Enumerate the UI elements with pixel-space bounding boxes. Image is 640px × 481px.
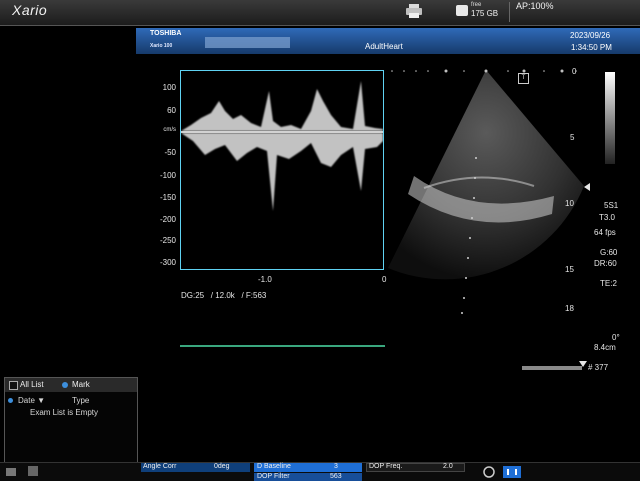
bottom-left-icons[interactable] [4, 465, 54, 477]
disk-free-value: 175 GB [471, 9, 499, 18]
disk-free-label: free [471, 2, 482, 8]
bottom-right-icons[interactable] [479, 465, 539, 478]
bmode-sector[interactable] [384, 68, 588, 318]
all-list-checkbox[interactable] [9, 381, 18, 390]
doppler-params: DG:25 / 12.0k / F:563 [181, 291, 267, 300]
v-tick: -300 [159, 258, 176, 267]
dop-freq-value: 2.0 [443, 463, 453, 470]
print-icon [28, 466, 38, 476]
angle-corr-label: Angle Corr [143, 463, 177, 470]
depth-label: 8.4cm [594, 343, 616, 352]
dop-filter-label: DOP Filter [257, 473, 290, 480]
sort-indicator-icon [8, 398, 13, 403]
gain-label: G:60 [600, 248, 618, 257]
v-tick: -200 [159, 215, 176, 224]
exam-time: 1:34:50 PM [571, 43, 612, 52]
acoustic-power: AP:100% [516, 1, 554, 11]
doppler-waveform [181, 81, 383, 211]
model-label: Xario 100 [150, 43, 173, 49]
depth-tick: 5 [570, 133, 575, 142]
ecg-trace [180, 345, 385, 347]
fps-label: 64 fps [594, 228, 616, 237]
depth-tick: 0 [572, 67, 577, 76]
frame-count: # 377 [588, 363, 609, 372]
separator [509, 2, 510, 22]
v-tick: -150 [159, 193, 176, 202]
depth-tick: 10 [565, 199, 574, 208]
d-baseline-value: 3 [334, 463, 338, 470]
focus-marker[interactable] [584, 183, 590, 191]
depth-tick: 15 [565, 265, 574, 274]
disk-icon [456, 5, 468, 16]
freeze-icon [483, 466, 495, 478]
v-tick: -100 [159, 171, 176, 180]
grayscale-bar [605, 72, 615, 164]
preset-label: AdultHeart [365, 42, 403, 51]
v-tick: 100 [162, 83, 176, 92]
angle-corr-value: 0deg [214, 463, 230, 470]
dynamic-range-label: DR:60 [594, 259, 617, 268]
probe-label: 5S1 [604, 201, 619, 210]
velocity-unit: cm/s [163, 127, 176, 133]
v-tick: 60 [167, 106, 176, 115]
exam-date: 2023/09/26 [570, 31, 611, 40]
column-type[interactable]: Type [72, 396, 89, 405]
dop-filter-value: 563 [330, 473, 342, 480]
angle-label: 0° [612, 333, 620, 342]
transducer-orientation-icon: T [518, 73, 529, 84]
column-date[interactable]: Date ▼ [18, 396, 45, 405]
v-tick: -250 [159, 236, 176, 245]
column-date-label: Date [18, 396, 35, 405]
doppler-spectrum[interactable] [180, 70, 384, 270]
exam-list-empty-message: Exam List is Empty [30, 408, 99, 417]
sort-down-icon: ▼ [37, 396, 46, 405]
layout-icon [503, 466, 521, 478]
all-list-label[interactable]: All List [20, 380, 44, 389]
mark-label[interactable]: Mark [72, 380, 90, 389]
cine-slider-handle[interactable] [579, 361, 587, 367]
te-label: TE:2 [600, 279, 617, 288]
time-tick: -1.0 [258, 275, 272, 284]
brand-logo: Xario [12, 2, 48, 18]
manufacturer-label: TOSHIBA [150, 30, 182, 37]
printer-icon[interactable] [406, 4, 422, 18]
d-baseline-label: D Baseline [257, 463, 291, 470]
cine-slider[interactable] [522, 366, 582, 370]
tis-label: T3.0 [599, 213, 616, 222]
patient-id-redacted [205, 37, 290, 48]
dop-freq-label: DOP Freq. [369, 463, 403, 470]
camera-icon [6, 468, 16, 476]
mark-radio[interactable] [62, 382, 68, 388]
depth-tick: 18 [565, 304, 574, 313]
v-tick: -50 [164, 148, 176, 157]
